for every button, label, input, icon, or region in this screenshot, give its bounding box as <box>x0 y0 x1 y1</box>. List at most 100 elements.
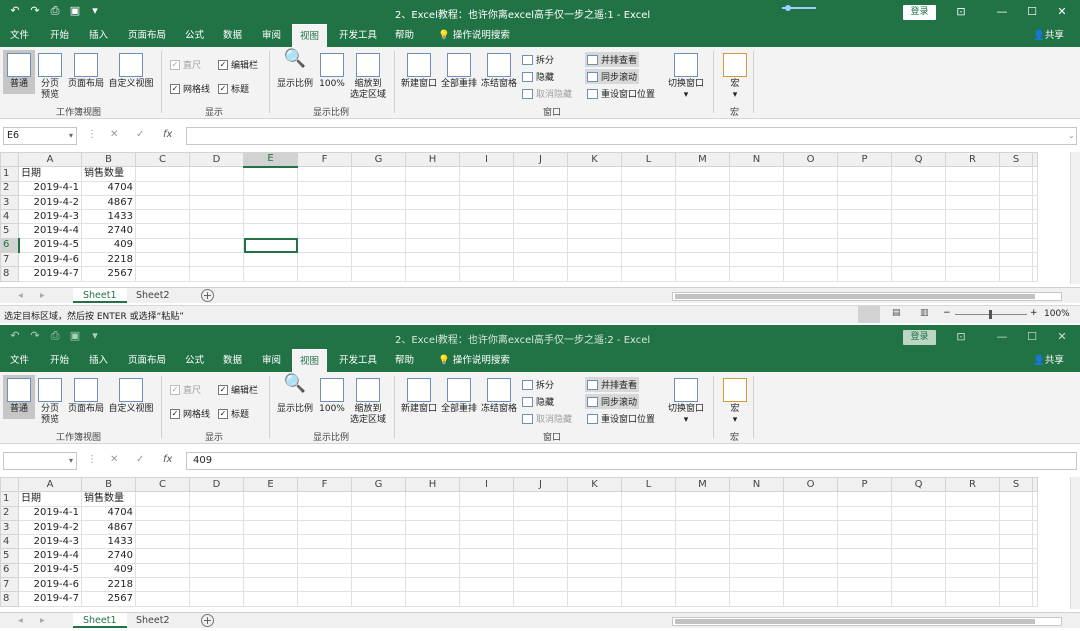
cell[interactable]: 409 <box>81 237 136 254</box>
column-header[interactable]: G <box>351 151 406 168</box>
page-break-preview-button[interactable]: 分页 预览 <box>36 378 64 426</box>
gridlines-checkbox[interactable]: ✓ 网格线 <box>170 407 210 420</box>
cell[interactable] <box>135 548 190 564</box>
cell[interactable] <box>567 505 622 521</box>
column-header[interactable]: B <box>81 151 136 168</box>
freeze-panes-button[interactable]: 冻结窗格 <box>480 53 518 90</box>
cell[interactable] <box>189 577 244 593</box>
cell[interactable]: 销售数量 <box>81 491 136 507</box>
column-header[interactable]: H <box>405 476 460 493</box>
cell[interactable] <box>405 505 460 521</box>
cell[interactable] <box>945 209 1000 225</box>
cell[interactable] <box>891 562 946 579</box>
cell[interactable] <box>243 534 298 550</box>
column-header[interactable]: O <box>783 476 838 493</box>
cell[interactable] <box>243 209 298 225</box>
name-box[interactable]: ▾ <box>3 452 77 470</box>
cell[interactable] <box>459 223 514 239</box>
cell[interactable] <box>297 577 352 593</box>
cell[interactable] <box>243 252 298 268</box>
column-header[interactable]: D <box>189 476 244 493</box>
cell[interactable] <box>351 505 406 521</box>
column-header[interactable]: C <box>135 476 190 493</box>
cell[interactable] <box>675 194 730 211</box>
custom-views-button[interactable]: 自定义视图 <box>106 53 156 90</box>
cell[interactable] <box>459 180 514 196</box>
cell[interactable] <box>621 252 676 268</box>
cell[interactable] <box>837 548 892 564</box>
cell[interactable] <box>513 591 568 607</box>
column-header[interactable]: L <box>621 151 676 168</box>
page-layout-view-button[interactable]: 页面布局 <box>66 53 106 90</box>
cell[interactable]: 2218 <box>81 577 136 593</box>
column-header[interactable]: A <box>18 476 82 493</box>
cell[interactable] <box>999 194 1033 211</box>
column-header[interactable]: I <box>459 151 514 168</box>
page-break-preview-button[interactable]: 分页 预览 <box>36 53 64 101</box>
sheet-tab-sheet2[interactable]: Sheet2 <box>126 288 180 303</box>
zoom-100-button[interactable]: 100% <box>318 53 346 90</box>
cell[interactable] <box>513 548 568 564</box>
cell[interactable] <box>351 548 406 564</box>
switch-windows-button[interactable]: 切换窗口 ▾ <box>666 378 706 426</box>
cell[interactable] <box>513 180 568 196</box>
tab-formulas[interactable]: 公式 <box>177 349 212 372</box>
cell[interactable] <box>783 519 838 536</box>
insert-function-icon[interactable]: fx <box>163 129 172 140</box>
cell[interactable] <box>567 166 622 182</box>
cell[interactable] <box>297 505 352 521</box>
cell[interactable] <box>621 223 676 239</box>
cell[interactable] <box>1032 577 1038 593</box>
cell[interactable] <box>999 562 1033 579</box>
cell[interactable] <box>459 194 514 211</box>
cell[interactable] <box>891 491 946 507</box>
ribbon-display-options-icon[interactable]: ⊡ <box>953 329 969 345</box>
column-header[interactable]: D <box>189 151 244 168</box>
cell[interactable] <box>405 519 460 536</box>
cell[interactable] <box>1032 223 1038 239</box>
cell[interactable] <box>135 534 190 550</box>
vertical-scrollbar[interactable] <box>1070 152 1080 284</box>
cell[interactable] <box>135 194 190 211</box>
cell[interactable] <box>459 577 514 593</box>
cell[interactable] <box>729 577 784 593</box>
cell[interactable] <box>351 166 406 182</box>
cell[interactable] <box>405 209 460 225</box>
cell[interactable] <box>783 534 838 550</box>
cell[interactable] <box>243 577 298 593</box>
cell[interactable] <box>999 166 1033 182</box>
ruler-checkbox[interactable]: ✓ 直尺 <box>170 383 201 396</box>
cell[interactable] <box>945 505 1000 521</box>
cell[interactable] <box>135 519 190 536</box>
column-header[interactable]: M <box>675 151 730 168</box>
cancel-icon[interactable]: ✕ <box>110 129 118 140</box>
cell[interactable] <box>243 166 298 182</box>
formula-bar-checkbox[interactable]: ✓ 编辑栏 <box>218 58 258 71</box>
cell[interactable] <box>405 266 460 282</box>
cell[interactable] <box>621 534 676 550</box>
save-icon[interactable]: ▣ <box>68 329 82 343</box>
cell[interactable] <box>243 548 298 564</box>
cell[interactable] <box>1032 548 1038 564</box>
cell[interactable] <box>567 519 622 536</box>
cell[interactable] <box>189 180 244 196</box>
cell[interactable] <box>621 519 676 536</box>
cell[interactable]: 4704 <box>81 505 136 521</box>
cell[interactable] <box>405 180 460 196</box>
print-preview-icon[interactable]: ⎙ <box>48 329 62 343</box>
customize-qat-icon[interactable]: ▾ <box>88 4 102 18</box>
cell[interactable] <box>945 180 1000 196</box>
cell[interactable] <box>135 562 190 579</box>
cell[interactable] <box>405 591 460 607</box>
new-window-button[interactable]: 新建窗口 <box>400 378 438 415</box>
column-header[interactable]: S <box>999 476 1033 493</box>
cell[interactable] <box>783 180 838 196</box>
tab-home[interactable]: 开始 <box>42 24 77 47</box>
cell[interactable]: 2019-4-5 <box>18 562 82 579</box>
worksheet-grid[interactable]: A B C D E F G H I J K L M N O P Q R S 1 日期 销售数量 2 2019-4-1 4704 3… <box>0 151 1070 282</box>
redo-icon[interactable]: ↷ <box>28 4 42 18</box>
cell[interactable]: 2567 <box>81 266 136 282</box>
cell[interactable] <box>999 223 1033 239</box>
cell[interactable] <box>837 209 892 225</box>
cell[interactable] <box>513 166 568 182</box>
